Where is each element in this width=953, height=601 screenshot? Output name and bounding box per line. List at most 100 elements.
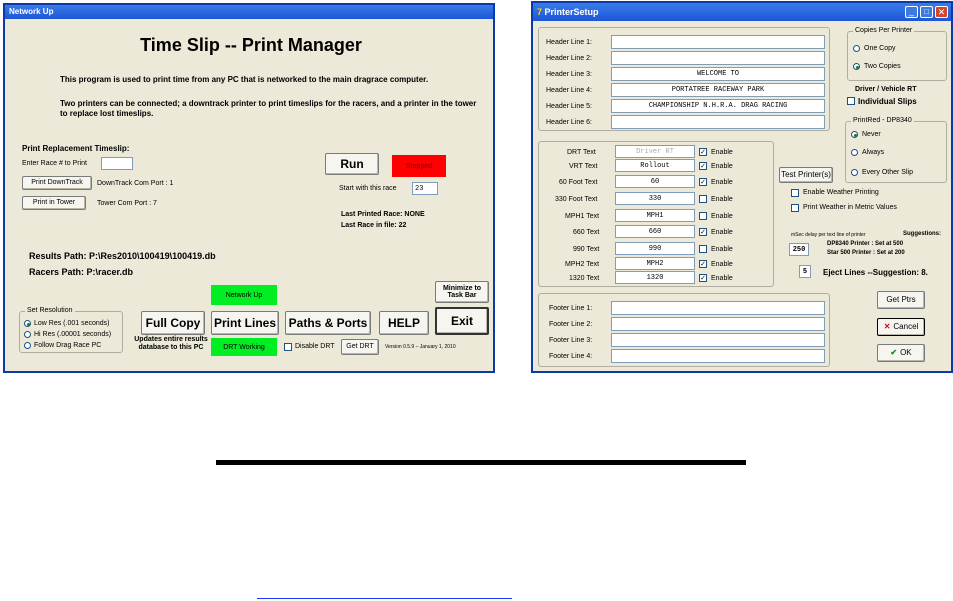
enter-race-label: Enter Race # to Print: [22, 160, 87, 167]
test-printers-button[interactable]: Test Printer(s): [779, 167, 833, 183]
downtrack-port: DownTrack Com Port : 1: [97, 180, 174, 187]
minimize-icon[interactable]: _: [905, 6, 918, 18]
close-icon[interactable]: ✕: [935, 6, 948, 18]
footer-input-3[interactable]: [611, 333, 825, 347]
enable-weather-label: Enable Weather Printing: [803, 189, 879, 196]
header-input-2[interactable]: [611, 51, 825, 65]
field-enable-checkbox-3[interactable]: ✓: [699, 178, 707, 186]
print-downtrack-button[interactable]: Print DownTrack: [22, 176, 92, 190]
field-label-9: 1320 Text: [569, 275, 600, 282]
field-enable-checkbox-2[interactable]: ✓: [699, 162, 707, 170]
radio-two-copies[interactable]: [853, 63, 860, 70]
exit-button[interactable]: Exit: [435, 307, 489, 335]
start-race-input[interactable]: 23: [412, 182, 438, 195]
print-tower-button[interactable]: Print in Tower: [22, 196, 86, 210]
field-input-6[interactable]: 660: [615, 225, 695, 238]
field-enable-checkbox-5[interactable]: [699, 212, 707, 220]
footer-input-4[interactable]: [611, 349, 825, 363]
time-slip-window: Network Up Time Slip -- Print Manager Th…: [3, 3, 495, 373]
print-lines-button[interactable]: Print Lines: [211, 311, 279, 335]
field-enable-checkbox-8[interactable]: ✓: [699, 260, 707, 268]
run-button[interactable]: Run: [325, 153, 379, 175]
field-enable-checkbox-7[interactable]: [699, 245, 707, 253]
field-input-8[interactable]: MPH2: [615, 257, 695, 270]
header-input-1[interactable]: [611, 35, 825, 49]
field-input-7[interactable]: 990: [615, 242, 695, 255]
field-label-8: MPH2 Text: [565, 261, 600, 268]
footer-input-2[interactable]: [611, 317, 825, 331]
field-enable-checkbox-9[interactable]: ✓: [699, 274, 707, 282]
replacement-title: Print Replacement Timeslip:: [22, 144, 130, 153]
msec-delay-input[interactable]: 250: [789, 243, 809, 256]
paths-ports-button[interactable]: Paths & Ports: [285, 311, 371, 335]
copies-group: Copies Per Printer: [847, 27, 947, 81]
radio-printred-always[interactable]: [851, 149, 858, 156]
header-input-5[interactable]: CHAMPIONSHIP N.H.R.A. DRAG RACING: [611, 99, 825, 113]
enable-weather-checkbox[interactable]: [791, 189, 799, 197]
printred-title: PrintRed - DP8340: [851, 117, 914, 124]
field-input-2[interactable]: Rollout: [615, 159, 695, 172]
last-printed-race: Last Printed Race: NONE: [341, 211, 425, 218]
footer-input-1[interactable]: [611, 301, 825, 315]
radio-hi-res[interactable]: [24, 331, 31, 338]
description-1: This program is used to print time from …: [60, 75, 429, 84]
radio-low-res[interactable]: [24, 320, 31, 327]
field-input-5[interactable]: MPH1: [615, 209, 695, 222]
get-drt-button[interactable]: Get DRT: [341, 339, 379, 355]
checkmark-icon: ✔: [890, 347, 898, 357]
field-enable-checkbox-4[interactable]: [699, 195, 707, 203]
race-number-input[interactable]: [101, 157, 133, 170]
full-copy-button[interactable]: Full Copy: [141, 311, 205, 335]
start-race-label: Start with this race: [339, 185, 397, 192]
results-path: Results Path: P:\Res2010\100419\100419.d…: [29, 251, 216, 261]
field-input-3[interactable]: 60: [615, 175, 695, 188]
header-label-6: Header Line 6:: [546, 119, 592, 126]
individual-slips-label: Individual Slips: [858, 97, 917, 106]
field-label-5: MPH1 Text: [565, 213, 600, 220]
radio-follow-pc[interactable]: [24, 342, 31, 349]
disable-drt-checkbox[interactable]: [284, 343, 292, 351]
racers-path: Racers Path: P:\racer.db: [29, 267, 134, 277]
radio-printred-every-other[interactable]: [851, 169, 858, 176]
radio-one-copy[interactable]: [853, 45, 860, 52]
header-input-3[interactable]: WELCOME TO: [611, 67, 825, 81]
disable-drt-label: Disable DRT: [295, 343, 335, 350]
field-label-7: 990 Text: [573, 246, 600, 253]
cancel-button[interactable]: ✕ Cancel: [877, 318, 925, 336]
header-input-4[interactable]: PORTATREE RACEWAY PARK: [611, 83, 825, 97]
maximize-icon[interactable]: □: [920, 6, 933, 18]
header-input-6[interactable]: [611, 115, 825, 129]
field-label-6: 660 Text: [573, 229, 600, 236]
weather-metric-label: Print Weather in Metric Values: [803, 204, 897, 211]
field-label-3: 60 Foot Text: [559, 179, 598, 186]
field-label-4: 330 Foot Text: [555, 196, 598, 203]
help-button[interactable]: HELP: [379, 311, 429, 335]
field-input-4[interactable]: 330: [615, 192, 695, 205]
field-input-9[interactable]: 1320: [615, 271, 695, 284]
header-label-3: Header Line 3:: [546, 71, 592, 78]
get-ptrs-button[interactable]: Get Ptrs: [877, 291, 925, 309]
copies-option-1: One Copy: [864, 45, 896, 52]
individual-slips-checkbox[interactable]: [847, 97, 855, 105]
ok-label: OK: [900, 347, 912, 357]
version-label: Version 0.5.9 – January 1, 2010: [385, 344, 456, 350]
radio-printred-never[interactable]: [851, 131, 858, 138]
cancel-label: Cancel: [893, 321, 919, 331]
status-badge-stopped: Stopped: [392, 155, 446, 177]
resolution-title: Set Resolution: [25, 307, 75, 314]
field-enable-checkbox-6[interactable]: ✓: [699, 228, 707, 236]
weather-metric-checkbox[interactable]: [791, 204, 799, 212]
field-enable-label-1: Enable: [711, 149, 733, 156]
printer-setup-title: PrinterSetup: [544, 7, 599, 17]
minimize-taskbar-button[interactable]: Minimize to Task Bar: [435, 281, 489, 303]
field-enable-checkbox-1[interactable]: ✓: [699, 148, 707, 156]
field-input-1[interactable]: Driver RT: [615, 145, 695, 158]
field-enable-label-9: Enable: [711, 275, 733, 282]
eject-lines-input[interactable]: 5: [799, 265, 811, 278]
window-title-bar: Network Up: [5, 5, 493, 19]
field-enable-label-6: Enable: [711, 229, 733, 236]
ok-button[interactable]: ✔ OK: [877, 344, 925, 362]
field-enable-label-7: Enable: [711, 246, 733, 253]
cancel-icon: ✕: [883, 321, 891, 331]
header-label-2: Header Line 2:: [546, 55, 592, 62]
